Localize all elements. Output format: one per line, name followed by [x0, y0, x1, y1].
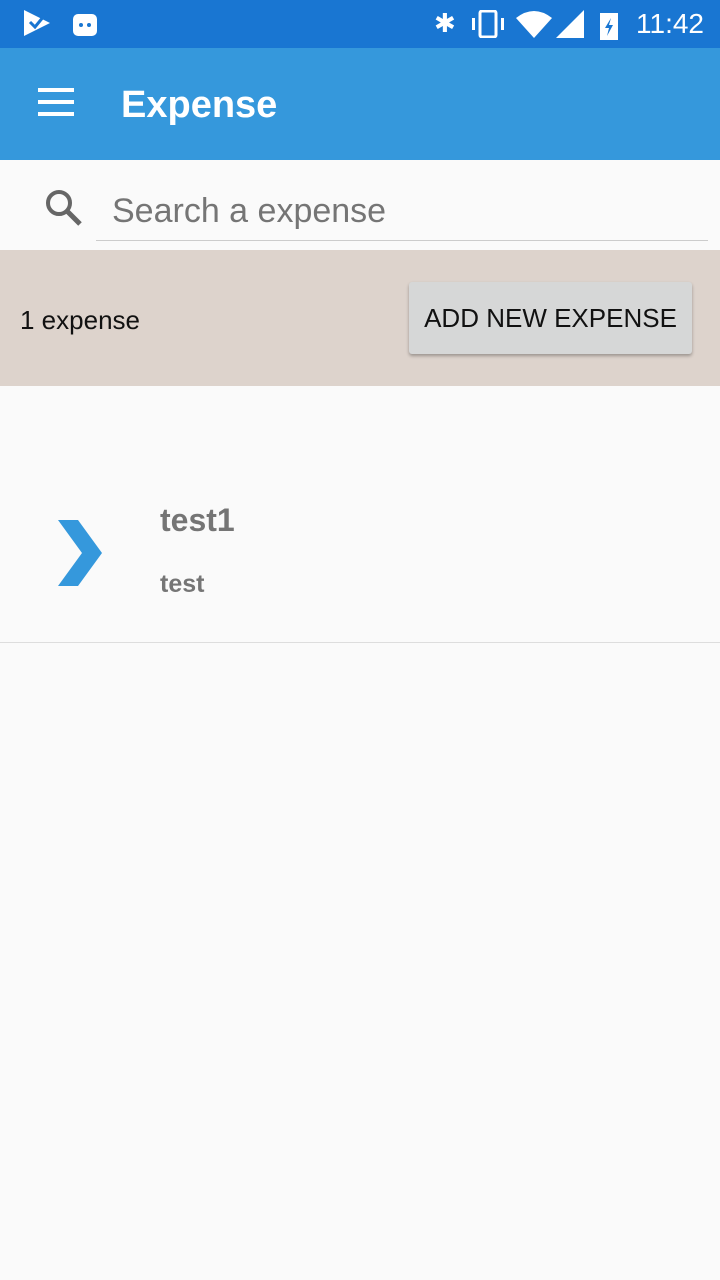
bluetooth-icon: ✱ [434, 8, 456, 38]
vibrate-icon [472, 10, 504, 38]
search-icon [46, 190, 82, 226]
search-input[interactable] [96, 182, 708, 241]
status-bar: ✱ 11:42 [0, 0, 720, 48]
signal-icon [556, 10, 584, 38]
battery-charging-icon [600, 13, 618, 40]
chevron-right-icon [58, 520, 102, 586]
clock: 11:42 [636, 8, 704, 39]
page-title: Expense [121, 84, 278, 126]
android-notification-icon [73, 14, 97, 36]
play-store-notification-icon [24, 10, 50, 36]
expense-count: 1 expense [20, 305, 140, 335]
search-bar [0, 160, 720, 250]
expense-name: test1 [160, 502, 235, 538]
add-new-expense-button[interactable]: ADD NEW EXPENSE [409, 282, 692, 354]
menu-icon[interactable] [38, 88, 74, 118]
app-bar: Expense [0, 48, 720, 160]
summary-bar: 1 expense ADD NEW EXPENSE [0, 250, 720, 386]
wifi-icon [516, 11, 552, 38]
expense-description: test [160, 570, 205, 598]
list-item[interactable]: test1 test [0, 386, 720, 643]
